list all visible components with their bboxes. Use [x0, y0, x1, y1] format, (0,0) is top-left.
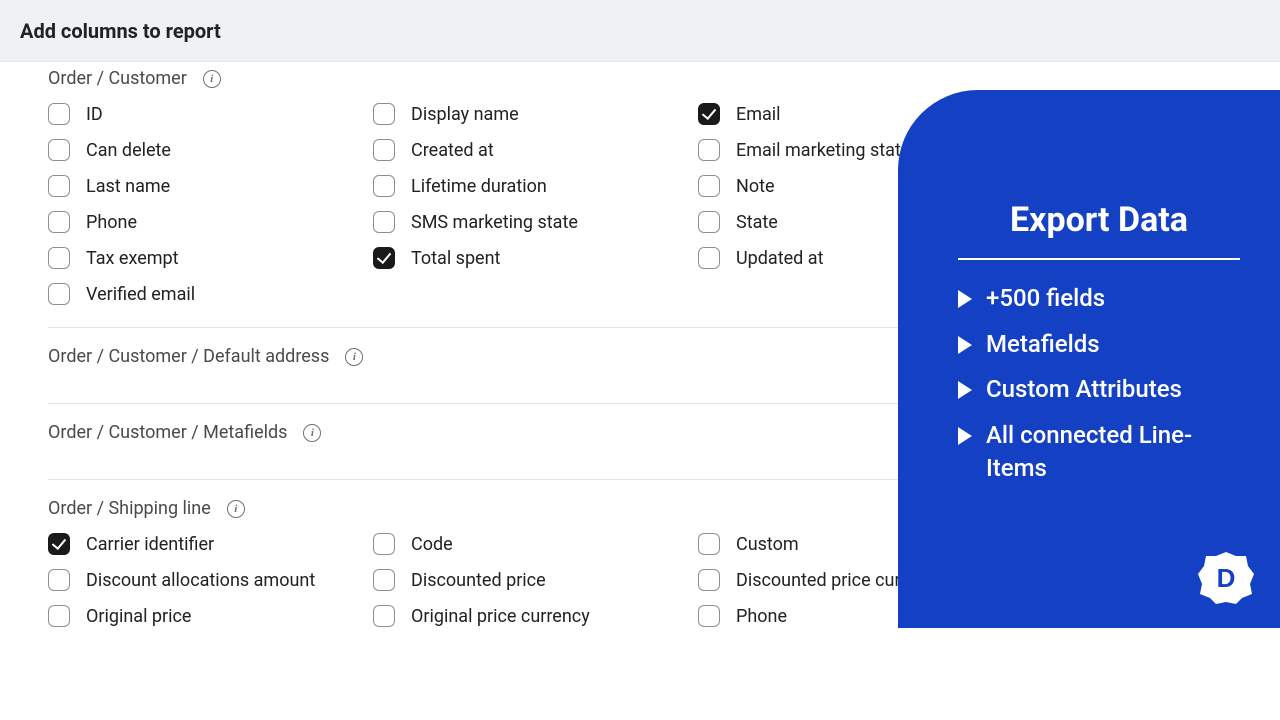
- checkbox-label: Carrier identifier: [86, 534, 214, 555]
- checkbox-email-marketing-stat[interactable]: [698, 139, 720, 161]
- checkbox-label: ID: [86, 104, 103, 125]
- checkbox-label: Display name: [411, 104, 519, 125]
- checkbox-row-original-price: Original price: [48, 605, 373, 627]
- checkbox-row-sms-marketing-state: SMS marketing state: [373, 211, 698, 233]
- checkbox-row-can-delete: Can delete: [48, 139, 373, 161]
- checkbox-label: Lifetime duration: [411, 176, 547, 197]
- section-title: Order / Customer / Default address: [48, 346, 329, 367]
- section-title: Order / Shipping line: [48, 498, 211, 519]
- checkbox-note[interactable]: [698, 175, 720, 197]
- brand-badge-icon: D: [1198, 550, 1254, 606]
- checkbox-custom[interactable]: [698, 533, 720, 555]
- modal-header: Add columns to report: [0, 0, 1280, 62]
- checkbox-display-name[interactable]: [373, 103, 395, 125]
- checkbox-label: State: [736, 212, 778, 233]
- checkbox-row-display-name: Display name: [373, 103, 698, 125]
- checkbox-label: Phone: [736, 606, 787, 627]
- checkbox-discounted-price[interactable]: [373, 569, 395, 591]
- shipping-col-1: Carrier identifier Discount allocations …: [48, 533, 373, 627]
- shipping-col-2: Code Discounted price Original price cur…: [373, 533, 698, 627]
- checkbox-row-discount-allocations-amount: Discount allocations amount: [48, 569, 373, 591]
- checkbox-carrier-identifier[interactable]: [48, 533, 70, 555]
- info-icon[interactable]: i: [227, 500, 245, 518]
- checkbox-label: Code: [411, 534, 453, 555]
- promo-item-label: Custom Attributes: [986, 373, 1182, 407]
- checkbox-discount-allocations-amount[interactable]: [48, 569, 70, 591]
- checkbox-label: Verified email: [86, 284, 195, 305]
- checkbox-discounted-price-currency[interactable]: [698, 569, 720, 591]
- checkbox-row-discounted-price: Discounted price: [373, 569, 698, 591]
- modal-title: Add columns to report: [20, 19, 221, 43]
- promo-item-label: All connected Line-Items: [986, 419, 1240, 486]
- section-title: Order / Customer / Metafields: [48, 422, 287, 443]
- checkbox-row-phone: Phone: [48, 211, 373, 233]
- checkbox-verified-email[interactable]: [48, 283, 70, 305]
- checkbox-row-verified-email: Verified email: [48, 283, 373, 305]
- triangle-icon: [958, 290, 972, 308]
- checkbox-row-total-spent: Total spent: [373, 247, 698, 269]
- checkbox-original-price[interactable]: [48, 605, 70, 627]
- checkbox-created-at[interactable]: [373, 139, 395, 161]
- triangle-icon: [958, 427, 972, 445]
- checkbox-row-original-price-currency: Original price currency: [373, 605, 698, 627]
- triangle-icon: [958, 336, 972, 354]
- checkbox-sms-marketing-state[interactable]: [373, 211, 395, 233]
- checkbox-row-created-at: Created at: [373, 139, 698, 161]
- checkbox-label: Custom: [736, 534, 799, 555]
- promo-item-custom-attributes: Custom Attributes: [958, 373, 1240, 407]
- svg-text:D: D: [1217, 563, 1236, 593]
- promo-title: Export Data: [958, 200, 1240, 240]
- checkbox-label: Total spent: [411, 248, 500, 269]
- checkbox-label: Can delete: [86, 140, 171, 161]
- checkbox-can-delete[interactable]: [48, 139, 70, 161]
- checkbox-label: Discount allocations amount: [86, 570, 315, 591]
- checkbox-row-carrier-identifier: Carrier identifier: [48, 533, 373, 555]
- customer-col-1: ID Can delete Last name Phone Tax exempt…: [48, 103, 373, 305]
- promo-underline: [958, 258, 1240, 260]
- checkbox-label: Email: [736, 104, 781, 125]
- promo-list: +500 fields Metafields Custom Attributes…: [958, 282, 1240, 486]
- checkbox-row-code: Code: [373, 533, 698, 555]
- checkbox-updated-at[interactable]: [698, 247, 720, 269]
- info-icon[interactable]: i: [203, 70, 221, 88]
- promo-item-label: +500 fields: [986, 282, 1105, 316]
- promo-panel: Export Data +500 fields Metafields Custo…: [898, 90, 1280, 628]
- checkbox-label: SMS marketing state: [411, 212, 578, 233]
- checkbox-row-id: ID: [48, 103, 373, 125]
- checkbox-phone[interactable]: [48, 211, 70, 233]
- checkbox-original-price-currency[interactable]: [373, 605, 395, 627]
- checkbox-email[interactable]: [698, 103, 720, 125]
- checkbox-label: Phone: [86, 212, 137, 233]
- promo-item-label: Metafields: [986, 328, 1100, 362]
- checkbox-total-spent[interactable]: [373, 247, 395, 269]
- checkbox-label: Note: [736, 176, 775, 197]
- checkbox-tax-exempt[interactable]: [48, 247, 70, 269]
- checkbox-label: Discounted price: [411, 570, 546, 591]
- info-icon[interactable]: i: [345, 348, 363, 366]
- checkbox-row-last-name: Last name: [48, 175, 373, 197]
- triangle-icon: [958, 381, 972, 399]
- info-icon[interactable]: i: [303, 424, 321, 442]
- section-title: Order / Customer: [48, 68, 187, 89]
- checkbox-lifetime-duration[interactable]: [373, 175, 395, 197]
- checkbox-label: Original price: [86, 606, 191, 627]
- checkbox-label: Updated at: [736, 248, 823, 269]
- checkbox-row-lifetime-duration: Lifetime duration: [373, 175, 698, 197]
- customer-col-2: Display name Created at Lifetime duratio…: [373, 103, 698, 305]
- checkbox-label: Last name: [86, 176, 170, 197]
- checkbox-label: Tax exempt: [86, 248, 179, 269]
- checkbox-code[interactable]: [373, 533, 395, 555]
- checkbox-shipping-phone[interactable]: [698, 605, 720, 627]
- checkbox-row-tax-exempt: Tax exempt: [48, 247, 373, 269]
- promo-item-fields: +500 fields: [958, 282, 1240, 316]
- checkbox-label: Created at: [411, 140, 494, 161]
- promo-item-metafields: Metafields: [958, 328, 1240, 362]
- checkbox-id[interactable]: [48, 103, 70, 125]
- promo-item-line-items: All connected Line-Items: [958, 419, 1240, 486]
- checkbox-state[interactable]: [698, 211, 720, 233]
- checkbox-label: Email marketing stat: [736, 140, 901, 161]
- checkbox-last-name[interactable]: [48, 175, 70, 197]
- checkbox-label: Original price currency: [411, 606, 590, 627]
